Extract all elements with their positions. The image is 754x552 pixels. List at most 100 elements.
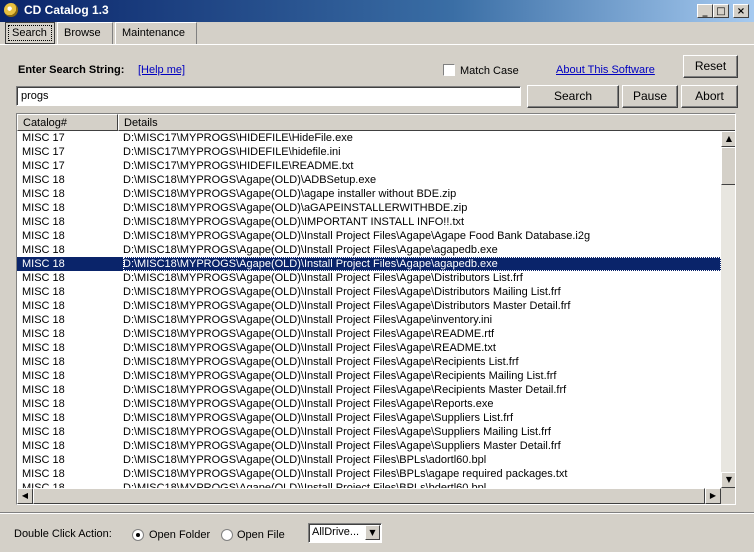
results-rows: MISC 17 D:\MISC17\MYPROGS\HIDEFILE\HideFi…	[17, 131, 721, 504]
table-row[interactable]: MISC 18 D:\MISC18\MYPROGS\Agape(OLD)\Inst…	[17, 425, 721, 439]
catalog-cell: MISC 17	[22, 160, 65, 172]
pause-button[interactable]: Pause	[622, 85, 678, 108]
minimize-button[interactable]: _	[697, 4, 713, 18]
details-cell: D:\MISC18\MYPROGS\Agape(OLD)\agape insta…	[123, 188, 457, 200]
catalog-cell: MISC 18	[22, 328, 65, 340]
drive-select-value: AllDrive...	[312, 526, 360, 538]
column-header-catalog[interactable]: Catalog#	[17, 114, 118, 131]
table-row[interactable]: MISC 18 D:\MISC18\MYPROGS\Agape(OLD)\Inst…	[17, 285, 721, 299]
table-row[interactable]: MISC 18 D:\MISC18\MYPROGS\Agape(OLD)\Inst…	[17, 299, 721, 313]
details-cell: D:\MISC18\MYPROGS\Agape(OLD)\Install Pro…	[123, 440, 561, 452]
tab-panel-border	[0, 44, 754, 45]
catalog-cell: MISC 18	[22, 188, 65, 200]
about-link[interactable]: About This Software	[556, 64, 655, 76]
vertical-scrollbar[interactable]: ▲ ▼	[721, 131, 735, 488]
scroll-left-button[interactable]: ◀	[17, 488, 33, 504]
catalog-cell: MISC 18	[22, 384, 65, 396]
horizontal-scrollbar[interactable]: ◀ ▶	[17, 488, 721, 504]
tab-maintenance[interactable]: Maintenance	[115, 22, 197, 44]
details-cell: D:\MISC18\MYPROGS\Agape(OLD)\Install Pro…	[123, 328, 495, 340]
table-row[interactable]: MISC 18 D:\MISC18\MYPROGS\Agape(OLD)\Inst…	[17, 355, 721, 369]
catalog-cell: MISC 18	[22, 286, 65, 298]
catalog-cell: MISC 18	[22, 174, 65, 186]
reset-button[interactable]: Reset	[683, 55, 738, 78]
results-list[interactable]: Catalog# Details MISC 17 D:\MISC17\MYPROG…	[16, 113, 736, 505]
details-cell: D:\MISC18\MYPROGS\Agape(OLD)\Install Pro…	[123, 370, 557, 382]
open-file-radio[interactable]	[221, 529, 233, 541]
scroll-up-button[interactable]: ▲	[721, 131, 735, 147]
footer-divider-highlight	[0, 513, 754, 514]
table-row[interactable]: MISC 18 D:\MISC18\MYPROGS\Agape(OLD)\Inst…	[17, 327, 721, 341]
open-folder-radio[interactable]	[132, 529, 144, 541]
tab-browse[interactable]: Browse	[57, 22, 113, 44]
table-row[interactable]: MISC 18 D:\MISC18\MYPROGS\Agape(OLD)\ADBS…	[17, 173, 721, 187]
details-cell: D:\MISC17\MYPROGS\HIDEFILE\HideFile.exe	[123, 132, 353, 144]
close-button[interactable]: ×	[733, 4, 749, 18]
table-row[interactable]: MISC 17 D:\MISC17\MYPROGS\HIDEFILE\HideFi…	[17, 131, 721, 145]
scroll-right-button[interactable]: ▶	[705, 488, 721, 504]
details-cell: D:\MISC17\MYPROGS\HIDEFILE\hidefile.ini	[123, 146, 341, 158]
table-row[interactable]: MISC 18 D:\MISC18\MYPROGS\Agape(OLD)\Inst…	[17, 411, 721, 425]
details-cell: D:\MISC18\MYPROGS\Agape(OLD)\Install Pro…	[123, 468, 568, 480]
open-file-label: Open File	[237, 529, 285, 541]
catalog-cell: MISC 18	[22, 216, 65, 228]
catalog-cell: MISC 18	[22, 426, 65, 438]
details-cell: D:\MISC18\MYPROGS\Agape(OLD)\Install Pro…	[123, 244, 498, 256]
catalog-cell: MISC 18	[22, 468, 65, 480]
table-row[interactable]: MISC 18 D:\MISC18\MYPROGS\Agape(OLD)\Inst…	[17, 271, 721, 285]
details-cell: D:\MISC18\MYPROGS\Agape(OLD)\aGAPEINSTAL…	[123, 202, 468, 214]
table-row[interactable]: MISC 18 D:\MISC18\MYPROGS\Agape(OLD)\Inst…	[17, 257, 721, 271]
table-row[interactable]: MISC 18 D:\MISC18\MYPROGS\Agape(OLD)\aGAP…	[17, 201, 721, 215]
catalog-cell: MISC 17	[22, 146, 65, 158]
arrow-up-icon: ▲	[725, 134, 733, 143]
catalog-cell: MISC 18	[22, 342, 65, 354]
column-header-details[interactable]: Details	[118, 114, 735, 131]
details-cell: D:\MISC18\MYPROGS\Agape(OLD)\ADBSetup.ex…	[123, 174, 377, 186]
table-row[interactable]: MISC 18 D:\MISC18\MYPROGS\Agape(OLD)\IMPO…	[17, 215, 721, 229]
details-cell: D:\MISC18\MYPROGS\Agape(OLD)\Install Pro…	[123, 342, 496, 354]
table-row[interactable]: MISC 18 D:\MISC18\MYPROGS\Agape(OLD)\Inst…	[17, 439, 721, 453]
arrow-left-icon: ◀	[21, 491, 29, 500]
title-bar[interactable]: CD Catalog 1.3 _ □ ×	[0, 0, 754, 22]
search-input[interactable]	[16, 86, 521, 106]
table-row[interactable]: MISC 18 D:\MISC18\MYPROGS\Agape(OLD)\Inst…	[17, 397, 721, 411]
app-cd-icon[interactable]	[4, 3, 18, 17]
chevron-down-icon: ▼	[369, 528, 376, 537]
horizontal-scroll-thumb[interactable]	[33, 488, 705, 504]
details-cell: D:\MISC18\MYPROGS\Agape(OLD)\Install Pro…	[123, 230, 591, 242]
table-row[interactable]: MISC 18 D:\MISC18\MYPROGS\Agape(OLD)\Inst…	[17, 313, 721, 327]
table-row[interactable]: MISC 18 D:\MISC18\MYPROGS\Agape(OLD)\Inst…	[17, 243, 721, 257]
match-case-checkbox[interactable]	[443, 64, 455, 76]
window-title: CD Catalog 1.3	[24, 3, 109, 17]
catalog-cell: MISC 18	[22, 244, 65, 256]
drive-dropdown-button[interactable]: ▼	[365, 525, 380, 540]
details-cell: D:\MISC18\MYPROGS\Agape(OLD)\Install Pro…	[123, 257, 721, 271]
catalog-cell: MISC 18	[22, 202, 65, 214]
table-row[interactable]: MISC 18 D:\MISC18\MYPROGS\Agape(OLD)\agap…	[17, 187, 721, 201]
vertical-scroll-thumb[interactable]	[721, 147, 735, 185]
table-row[interactable]: MISC 17 D:\MISC17\MYPROGS\HIDEFILE\README…	[17, 159, 721, 173]
table-row[interactable]: MISC 18 D:\MISC18\MYPROGS\Agape(OLD)\Inst…	[17, 369, 721, 383]
details-cell: D:\MISC18\MYPROGS\Agape(OLD)\Install Pro…	[123, 454, 487, 466]
tab-search[interactable]: Search	[5, 22, 55, 44]
table-row[interactable]: MISC 18 D:\MISC18\MYPROGS\Agape(OLD)\Inst…	[17, 467, 721, 481]
abort-button[interactable]: Abort	[681, 85, 738, 108]
double-click-label: Double Click Action:	[14, 528, 112, 540]
table-row[interactable]: MISC 18 D:\MISC18\MYPROGS\Agape(OLD)\Inst…	[17, 453, 721, 467]
scroll-down-button[interactable]: ▼	[721, 472, 735, 488]
search-button[interactable]: Search	[527, 85, 619, 108]
drive-select[interactable]: AllDrive... ▼	[308, 523, 382, 543]
details-cell: D:\MISC18\MYPROGS\Agape(OLD)\Install Pro…	[123, 398, 494, 410]
catalog-cell: MISC 17	[22, 132, 65, 144]
table-row[interactable]: MISC 18 D:\MISC18\MYPROGS\Agape(OLD)\Inst…	[17, 229, 721, 243]
catalog-cell: MISC 18	[22, 440, 65, 452]
maximize-button[interactable]: □	[713, 4, 729, 18]
table-row[interactable]: MISC 17 D:\MISC17\MYPROGS\HIDEFILE\hidefi…	[17, 145, 721, 159]
table-row[interactable]: MISC 18 D:\MISC18\MYPROGS\Agape(OLD)\Inst…	[17, 383, 721, 397]
catalog-cell: MISC 18	[22, 300, 65, 312]
table-row[interactable]: MISC 18 D:\MISC18\MYPROGS\Agape(OLD)\Inst…	[17, 341, 721, 355]
details-cell: D:\MISC18\MYPROGS\Agape(OLD)\Install Pro…	[123, 314, 493, 326]
help-link[interactable]: [Help me]	[138, 64, 185, 76]
arrow-right-icon: ▶	[709, 491, 717, 500]
details-cell: D:\MISC18\MYPROGS\Agape(OLD)\Install Pro…	[123, 412, 514, 424]
